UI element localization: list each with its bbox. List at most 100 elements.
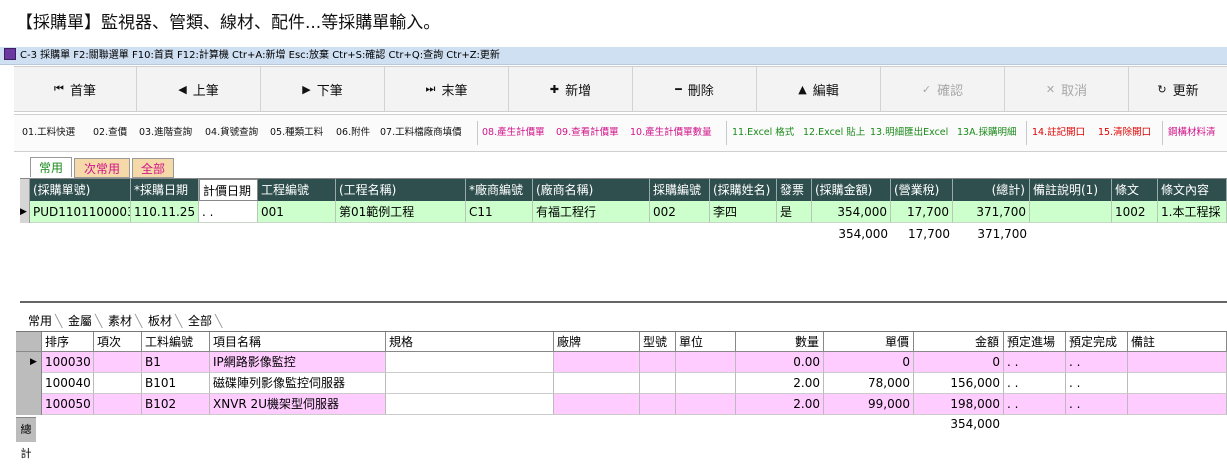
col-header[interactable]: (採購單號) [30,179,131,201]
cell[interactable] [1128,394,1227,415]
cell[interactable]: 2.00 [736,373,824,394]
cell[interactable] [94,352,142,373]
subtab-board[interactable]: 板材 [148,311,172,331]
cell[interactable]: 99,000 [824,394,914,415]
cell[interactable] [676,352,736,373]
col-header[interactable]: 計價日期 [199,179,258,201]
cell[interactable] [554,352,640,373]
func-mark-open[interactable]: 14.註記開口 [1032,115,1085,151]
cell[interactable]: 100030 [42,352,94,373]
col-header[interactable]: 規格 [386,332,554,352]
table-row[interactable]: 100050 B102 XNVR 2U機架型伺服器 2.00 99,000 19… [16,394,1227,415]
col-header[interactable]: (營業稅) [891,179,953,201]
table-row[interactable]: ▶ PUD1101100003 110.11.25 . . 001 第01範例工… [20,201,1227,223]
func-purchase-detail[interactable]: 13A.採購明細 [957,115,1016,151]
cell[interactable] [94,394,142,415]
cell[interactable] [386,373,554,394]
cell[interactable] [1030,201,1112,223]
cell[interactable]: 是 [777,201,812,223]
cell[interactable]: B101 [142,373,210,394]
cell[interactable] [640,394,676,415]
cell[interactable]: . . [1066,352,1128,373]
cell[interactable]: . . [199,201,258,223]
cell[interactable]: 17,700 [891,201,953,223]
cell[interactable]: 第01範例工程 [336,201,466,223]
col-header[interactable]: 備註 [1128,332,1227,352]
func-excel-format[interactable]: 11.Excel 格式 [732,115,794,151]
first-record-button[interactable]: ⏮ 首筆 [14,67,137,111]
subtab-all[interactable]: 全部 [188,311,212,331]
cell[interactable]: 001 [258,201,336,223]
edit-button[interactable]: ▲ 編輯 [757,67,881,111]
cell[interactable]: 110.11.25 [131,201,199,223]
func-category-material[interactable]: 05.種類工料 [270,115,323,151]
col-header[interactable]: 條文內容 [1158,179,1227,201]
col-header[interactable]: 型號 [640,332,676,352]
func-generate-quote[interactable]: 08.產生計價單 [482,115,545,151]
cell[interactable]: . . [1004,394,1066,415]
cell[interactable]: 78,000 [824,373,914,394]
cell[interactable]: 有福工程行 [533,201,650,223]
tab-all[interactable]: 全部 [132,158,174,178]
last-record-button[interactable]: ⏭ 末筆 [385,67,509,111]
func-quick-select[interactable]: 01.工料快選 [22,115,75,151]
col-header[interactable]: *廠商編號 [466,179,533,201]
previous-record-button[interactable]: ◀ 上筆 [137,67,261,111]
cell[interactable]: . . [1004,373,1066,394]
cell[interactable]: 100040 [42,373,94,394]
col-header[interactable]: 廠牌 [554,332,640,352]
cell[interactable]: 156,000 [914,373,1004,394]
cell[interactable] [676,394,736,415]
col-header[interactable]: 金額 [914,332,1004,352]
cell[interactable] [554,394,640,415]
cell[interactable]: . . [1066,394,1128,415]
cell[interactable]: . . [1066,373,1128,394]
func-export-excel[interactable]: 13.明細匯出Excel [870,115,948,151]
cell[interactable]: 2.00 [736,394,824,415]
cell[interactable]: XNVR 2U機架型伺服器 [210,394,386,415]
col-header[interactable]: 項次 [94,332,142,352]
cancel-button[interactable]: ✕ 取消 [1005,67,1129,111]
col-header[interactable]: (廠商名稱) [533,179,650,201]
cell[interactable]: 1.本工程採 [1158,201,1227,223]
refresh-button[interactable]: ↻ 更新 [1129,67,1227,111]
col-header[interactable]: 項目名稱 [210,332,386,352]
col-header[interactable]: (採購金額) [812,179,891,201]
delete-button[interactable]: ━ 刪除 [633,67,757,111]
col-header[interactable]: 發票 [777,179,812,201]
cell[interactable]: 李四 [710,201,777,223]
cell[interactable] [640,373,676,394]
col-header[interactable]: 數量 [736,332,824,352]
cell[interactable]: 磁碟陣列影像監控伺服器 [210,373,386,394]
cell[interactable]: 0.00 [736,352,824,373]
col-header[interactable]: 條文 [1112,179,1158,201]
col-header[interactable]: 預定完成 [1066,332,1128,352]
subtab-raw[interactable]: 素材 [108,311,132,331]
col-header[interactable]: 採購編號 [650,179,710,201]
cell[interactable]: IP網路影像監控 [210,352,386,373]
func-steel-material[interactable]: 鋼構材料清 [1168,115,1216,151]
cell[interactable] [386,394,554,415]
col-header[interactable]: 預定進場 [1004,332,1066,352]
cell[interactable]: 0 [914,352,1004,373]
cell[interactable]: 002 [650,201,710,223]
cell[interactable] [386,352,554,373]
subtab-metal[interactable]: 金屬 [68,311,92,331]
col-header[interactable]: *採購日期 [131,179,199,201]
cell[interactable]: B102 [142,394,210,415]
subtab-common[interactable]: 常用 [28,311,52,331]
col-header[interactable]: 工程編號 [258,179,336,201]
tab-secondary[interactable]: 次常用 [74,158,130,178]
cell[interactable] [1128,373,1227,394]
cell[interactable]: PUD1101100003 [30,201,131,223]
col-header[interactable]: 備註說明(1) [1030,179,1112,201]
cell[interactable] [1128,352,1227,373]
col-header[interactable]: (工程名稱) [336,179,466,201]
cell[interactable]: 371,700 [953,201,1030,223]
next-record-button[interactable]: ▶ 下筆 [261,67,385,111]
cell[interactable]: 198,000 [914,394,1004,415]
col-header[interactable]: 單價 [824,332,914,352]
func-advanced-search[interactable]: 03.進階查詢 [139,115,192,151]
func-attachment[interactable]: 06.附件 [336,115,370,151]
cell[interactable]: B1 [142,352,210,373]
